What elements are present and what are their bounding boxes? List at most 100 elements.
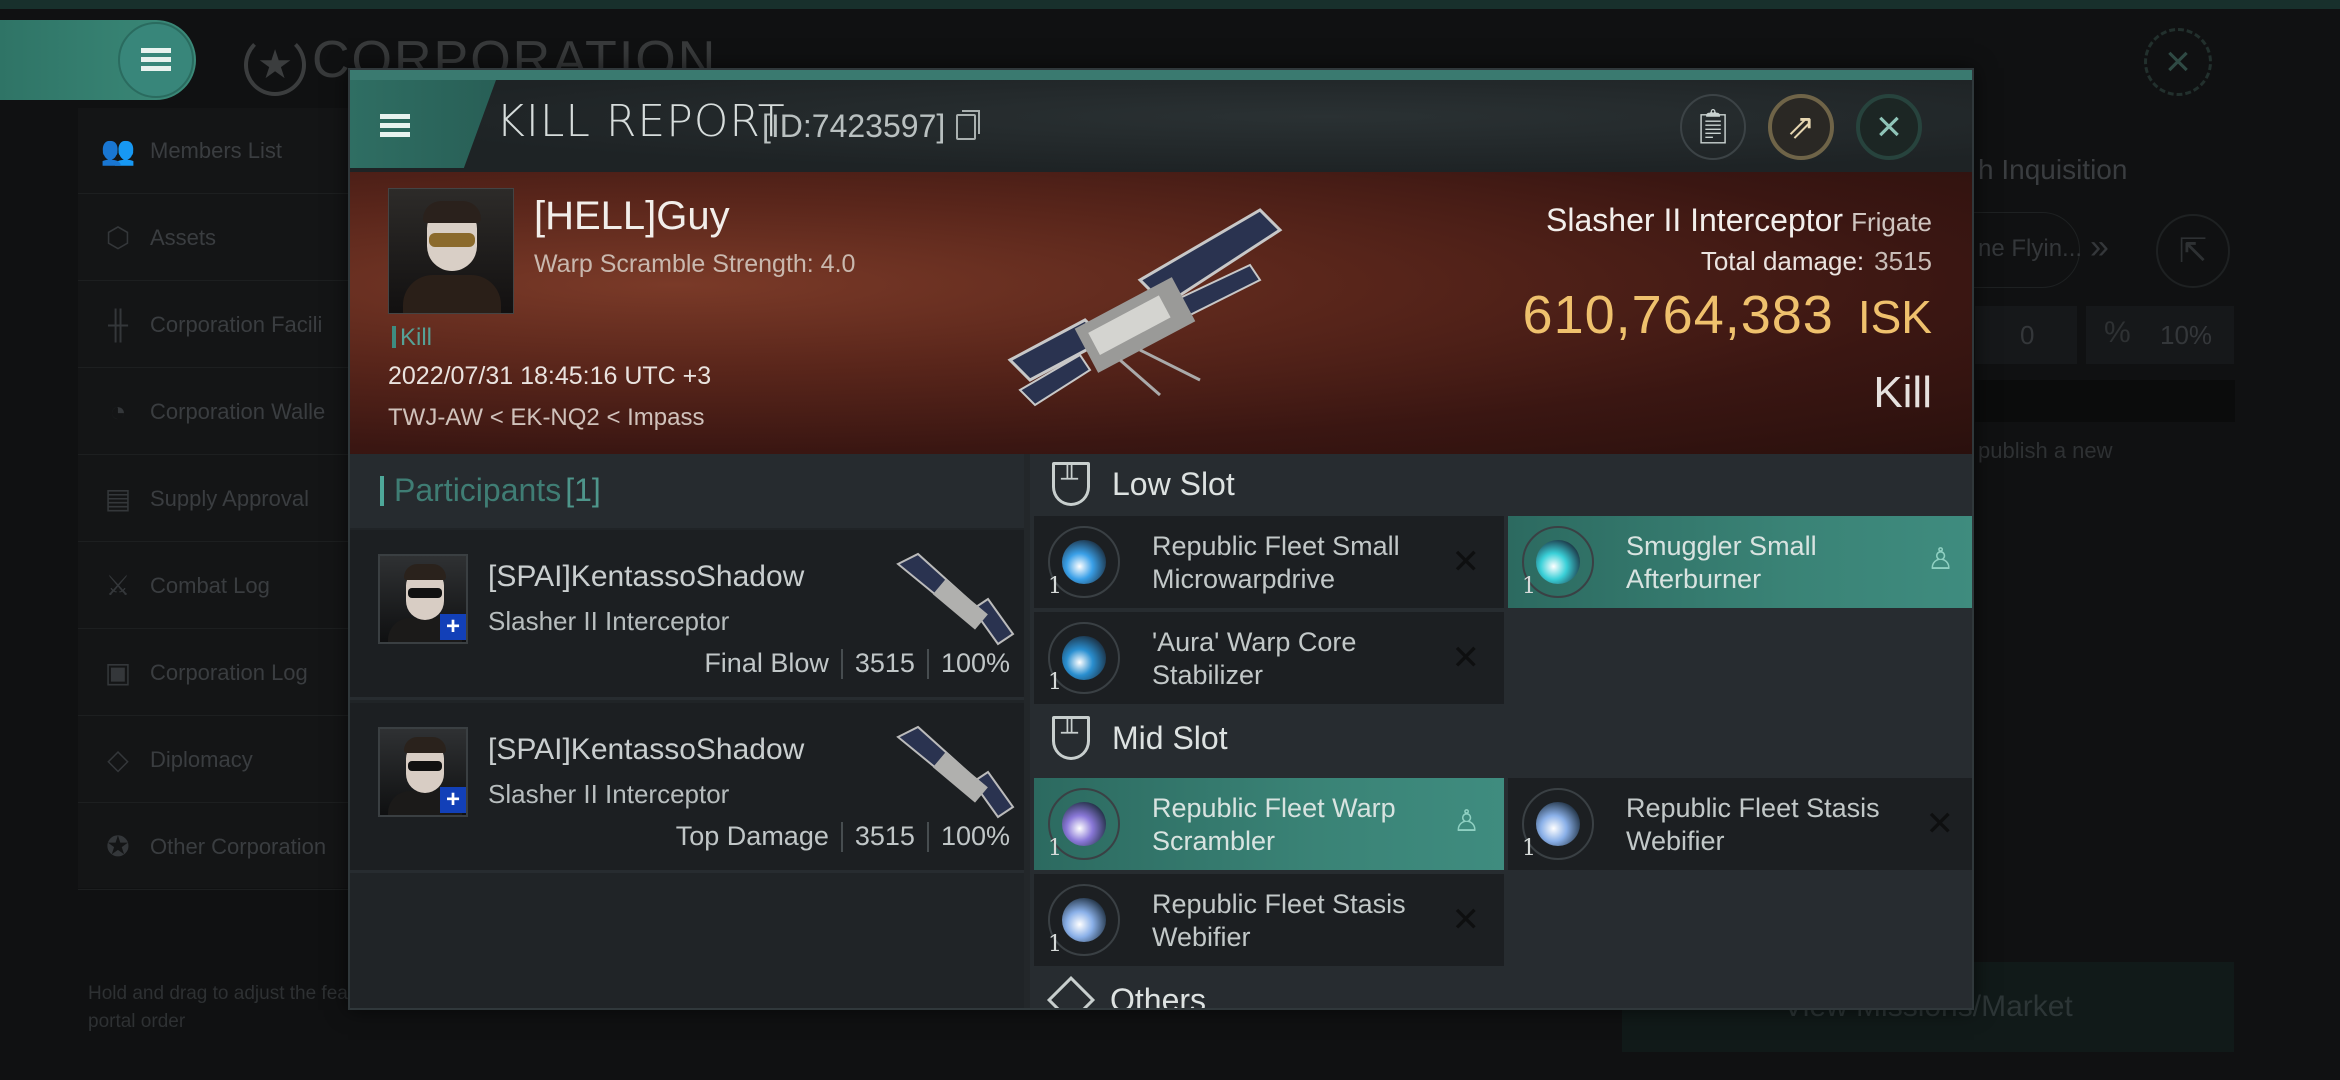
- sidebar-item-corporation-wallet[interactable]: ◔ Corporation Walle: [78, 369, 378, 455]
- victim-portrait[interactable]: [388, 188, 514, 314]
- participant-damage: 3515: [854, 821, 915, 851]
- result-label: Kill: [1873, 368, 1932, 417]
- right-panel-bar: [1975, 380, 2235, 422]
- module-item[interactable]: 1 Republic Fleet Small Microwarpdrive ✕: [1034, 516, 1504, 608]
- share-button[interactable]: ⇗: [1768, 94, 1834, 160]
- module-name: Republic Fleet Stasis Webifier: [1152, 889, 1406, 952]
- module-name: Republic Fleet Small Microwarpdrive: [1152, 531, 1400, 594]
- participant-ship-image: [896, 725, 1015, 819]
- right-panel-publish-text: publish a new: [1978, 438, 2113, 463]
- participant-stats: Top Damage 3515 100%: [676, 821, 1010, 852]
- total-damage-value: 3515: [1874, 246, 1932, 276]
- participant-role: Final Blow: [704, 648, 829, 678]
- kill-banner: [HELL]Guy Warp Scramble Strength: 4.0 Ki…: [350, 172, 1972, 454]
- module-item[interactable]: 1 Smuggler Small Afterburner ♙: [1508, 516, 1972, 608]
- destroyed-icon: ✕: [1925, 805, 1955, 843]
- add-contact-icon[interactable]: +: [440, 614, 466, 640]
- participants-count: [1]: [565, 472, 601, 508]
- percent-icon: %: [2104, 316, 2131, 349]
- main-menu-icon-button[interactable]: [118, 22, 194, 98]
- isk-unit: ISK: [1857, 291, 1932, 343]
- victim-name[interactable]: [HELL]Guy: [534, 194, 730, 239]
- kill-location[interactable]: TWJ-AW < EK-NQ2 < Impass: [388, 404, 705, 432]
- wallet-icon: ◔: [109, 395, 127, 427]
- participants-panel: Participants [1] + [SPAI]KentassoShadow S…: [350, 454, 1024, 1008]
- sidebar-item-other-corporation[interactable]: ✪ Other Corporation: [78, 804, 378, 890]
- destroyed-icon: ✕: [1451, 639, 1481, 677]
- members-icon: 👥: [100, 135, 136, 166]
- participant-stats: Final Blow 3515 100%: [704, 648, 1010, 679]
- double-chevron-right-icon: »: [2090, 228, 2109, 266]
- module-item[interactable]: 1 Republic Fleet Stasis Webifier ✕: [1508, 778, 1972, 870]
- destroyed-icon: ✕: [1451, 543, 1481, 581]
- others-header: Others: [1030, 970, 1972, 1008]
- menu-icon: [141, 48, 171, 72]
- clipboard-button[interactable]: 📋︎: [1680, 94, 1746, 160]
- mid-slot-header: Mid Slot: [1030, 708, 1972, 768]
- participant-percent: 100%: [940, 821, 1010, 851]
- corporation-sidebar: 👥 Members List ⬡ Assets ╫ Corporation Facil…: [78, 108, 378, 890]
- combat-icon: ⚔: [105, 570, 131, 601]
- tax-stat-value: 10%: [2160, 320, 2213, 350]
- dropped-icon: ♙: [1927, 543, 1954, 576]
- participant-ship: Slasher II Interceptor: [488, 606, 730, 636]
- external-link-button[interactable]: ⇱: [2156, 214, 2230, 288]
- share-icon: ⇗: [1786, 108, 1816, 146]
- copy-icon[interactable]: [956, 110, 980, 140]
- participant-percent: 100%: [940, 648, 1010, 678]
- total-damage-label: Total damage:: [1700, 246, 1865, 276]
- ship-class: Frigate: [1851, 207, 1932, 237]
- facilities-icon: ╫: [108, 308, 128, 340]
- ship-name[interactable]: Slasher II Interceptor: [1546, 202, 1843, 238]
- module-name: Smuggler Small Afterburner: [1626, 531, 1817, 594]
- sidebar-item-corporation-facilities[interactable]: ╫ Corporation Facili: [78, 282, 378, 368]
- participant-name: [SPAI]KentassoShadow: [488, 733, 805, 766]
- kill-tag: Kill: [392, 324, 432, 352]
- participants-header: Participants [1]: [350, 454, 1024, 528]
- kill-report-id: [ID:7423597]: [762, 108, 946, 144]
- ship-title: Slasher II Interceptor Frigate: [1546, 202, 1932, 239]
- module-item[interactable]: 1 Republic Fleet Warp Scrambler ♙: [1034, 778, 1504, 870]
- participants-label: Participants: [394, 472, 562, 508]
- total-damage: Total damage: 3515: [1701, 246, 1932, 277]
- diplomacy-icon: ◇: [107, 744, 129, 775]
- sidebar-hint: Hold and drag to adjust the feature port…: [88, 983, 381, 1032]
- background-close-button[interactable]: ×: [2144, 28, 2212, 96]
- kill-time: 2022/07/31 18:45:16 UTC +3: [388, 362, 712, 390]
- menu-icon: [380, 114, 410, 138]
- add-contact-icon[interactable]: +: [440, 787, 466, 813]
- sidebar-item-corporation-log[interactable]: ▣ Corporation Log: [78, 630, 378, 716]
- sidebar-item-combat-log[interactable]: ⚔ Combat Log: [78, 543, 378, 629]
- sidebar-item-assets[interactable]: ⬡ Assets: [78, 195, 378, 281]
- participant-damage: 3515: [854, 648, 915, 678]
- close-icon: ×: [1876, 102, 1902, 151]
- participant-row[interactable]: + [SPAI]KentassoShadow Slasher II Interc…: [350, 703, 1024, 873]
- module-item[interactable]: 1 'Aura' Warp Core Stabilizer ✕: [1034, 612, 1504, 704]
- participant-name: [SPAI]KentassoShadow: [488, 560, 805, 593]
- module-name: Republic Fleet Stasis Webifier: [1626, 793, 1880, 856]
- module-item[interactable]: 1 Republic Fleet Stasis Webifier ✕: [1034, 874, 1504, 966]
- module-name: Republic Fleet Warp Scrambler: [1152, 793, 1396, 856]
- kill-report-modal: KILL REPORT [ID:7423597] 📋︎ ⇗ × [HELL]Gu…: [348, 68, 1974, 1010]
- low-slot-icon: [1052, 462, 1090, 506]
- close-button[interactable]: ×: [1856, 94, 1922, 160]
- sidebar-item-members-list[interactable]: 👥 Members List: [78, 108, 378, 194]
- victim-subtitle: Warp Scramble Strength: 4.0: [534, 250, 856, 278]
- isk-value: 610,764,383 ISK: [1523, 284, 1932, 346]
- sidebar-item-diplomacy[interactable]: ◇ Diplomacy: [78, 717, 378, 803]
- right-stat-value: 0: [2020, 320, 2035, 350]
- corporation-star-icon: ★: [244, 34, 306, 96]
- low-slot-header: Low Slot: [1030, 454, 1972, 514]
- isk-amount: 610,764,383: [1522, 285, 1834, 345]
- destroyed-icon: ✕: [1451, 901, 1481, 939]
- participant-ship-image: [896, 552, 1015, 646]
- clipboard-icon: 📋︎: [1691, 108, 1735, 146]
- right-panel-link-text: ne Flyin...: [1978, 235, 2083, 262]
- dropped-icon: ♙: [1453, 805, 1480, 838]
- right-panel-title: h Inquisition: [1978, 154, 2128, 185]
- module-name: 'Aura' Warp Core Stabilizer: [1152, 627, 1357, 690]
- participant-role: Top Damage: [675, 821, 829, 851]
- log-icon: ▣: [104, 657, 132, 688]
- participant-row[interactable]: + [SPAI]KentassoShadow Slasher II Interc…: [350, 530, 1024, 700]
- sidebar-item-supply-approval[interactable]: ▤ Supply Approval: [78, 456, 378, 542]
